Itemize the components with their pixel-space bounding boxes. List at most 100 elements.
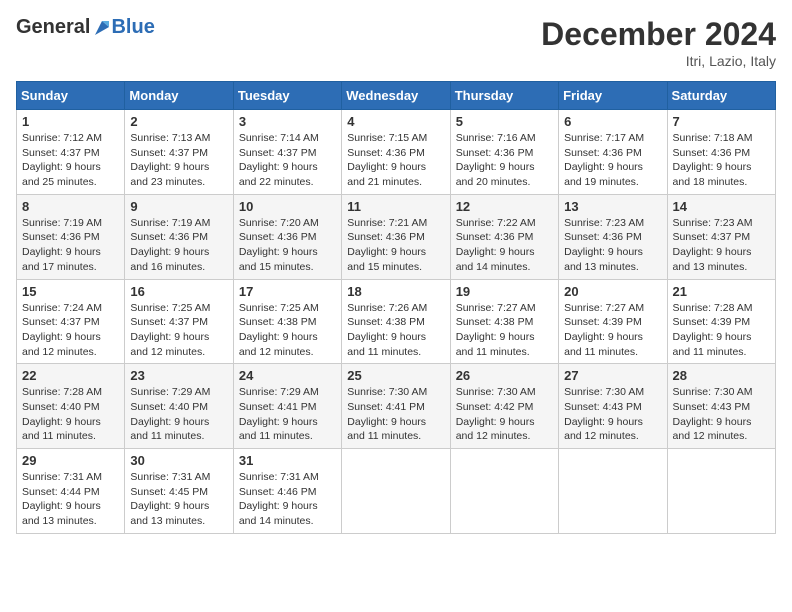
day-cell-1: 1 Sunrise: 7:12 AMSunset: 4:37 PMDaylight… (17, 110, 125, 195)
header-monday: Monday (125, 82, 233, 110)
day-info: Sunrise: 7:22 AMSunset: 4:36 PMDaylight:… (456, 216, 553, 275)
day-info: Sunrise: 7:30 AMSunset: 4:43 PMDaylight:… (673, 385, 770, 444)
day-info: Sunrise: 7:19 AMSunset: 4:36 PMDaylight:… (130, 216, 227, 275)
day-info: Sunrise: 7:30 AMSunset: 4:41 PMDaylight:… (347, 385, 444, 444)
logo-text-blue: Blue (111, 16, 154, 39)
day-cell-13: 13Sunrise: 7:23 AMSunset: 4:36 PMDayligh… (559, 194, 667, 279)
day-cell-20: 20 Sunrise: 7:27 AMSunset: 4:39 PMDayligh… (559, 279, 667, 364)
logo-text-general: General (16, 16, 90, 38)
day-number: 27 (564, 368, 661, 383)
day-number: 2 (130, 114, 227, 129)
day-info: Sunrise: 7:25 AMSunset: 4:37 PMDaylight:… (130, 301, 227, 360)
day-info: Sunrise: 7:31 AMSunset: 4:44 PMDaylight:… (22, 470, 119, 529)
day-cell-5: 5 Sunrise: 7:16 AMSunset: 4:36 PMDaylight… (450, 110, 558, 195)
day-number: 15 (22, 284, 119, 299)
month-title: December 2024 (541, 16, 776, 53)
day-number: 24 (239, 368, 336, 383)
day-number: 16 (130, 284, 227, 299)
day-info: Sunrise: 7:31 AMSunset: 4:46 PMDaylight:… (239, 470, 336, 529)
day-cell-12: 12 Sunrise: 7:22 AMSunset: 4:36 PMDayligh… (450, 194, 558, 279)
day-info: Sunrise: 7:12 AMSunset: 4:37 PMDaylight:… (22, 131, 119, 190)
day-number: 25 (347, 368, 444, 383)
day-number: 19 (456, 284, 553, 299)
header-saturday: Saturday (667, 82, 775, 110)
day-number: 14 (673, 199, 770, 214)
empty-cell (667, 449, 775, 534)
day-info: Sunrise: 7:17 AMSunset: 4:36 PMDaylight:… (564, 131, 661, 190)
day-cell-11: 11Sunrise: 7:21 AMSunset: 4:36 PMDayligh… (342, 194, 450, 279)
empty-cell (342, 449, 450, 534)
day-info: Sunrise: 7:28 AMSunset: 4:40 PMDaylight:… (22, 385, 119, 444)
day-number: 29 (22, 453, 119, 468)
day-cell-21: 21 Sunrise: 7:28 AMSunset: 4:39 PMDayligh… (667, 279, 775, 364)
day-info: Sunrise: 7:16 AMSunset: 4:36 PMDaylight:… (456, 131, 553, 190)
title-block: December 2024 Itri, Lazio, Italy (541, 16, 776, 69)
day-info: Sunrise: 7:23 AMSunset: 4:37 PMDaylight:… (673, 216, 770, 275)
day-number: 7 (673, 114, 770, 129)
day-number: 5 (456, 114, 553, 129)
day-cell-2: 2 Sunrise: 7:13 AMSunset: 4:37 PMDaylight… (125, 110, 233, 195)
day-cell-28: 28 Sunrise: 7:30 AMSunset: 4:43 PMDayligh… (667, 364, 775, 449)
day-cell-22: 22 Sunrise: 7:28 AMSunset: 4:40 PMDayligh… (17, 364, 125, 449)
location: Itri, Lazio, Italy (541, 53, 776, 69)
logo-icon (91, 17, 113, 39)
day-info: Sunrise: 7:24 AMSunset: 4:37 PMDaylight:… (22, 301, 119, 360)
day-number: 1 (22, 114, 119, 129)
calendar-table: Sunday Monday Tuesday Wednesday Thursday… (16, 81, 776, 534)
header-friday: Friday (559, 82, 667, 110)
calendar-week-row: 15 Sunrise: 7:24 AMSunset: 4:37 PMDayligh… (17, 279, 776, 364)
day-info: Sunrise: 7:28 AMSunset: 4:39 PMDaylight:… (673, 301, 770, 360)
day-cell-18: 18Sunrise: 7:26 AMSunset: 4:38 PMDayligh… (342, 279, 450, 364)
day-cell-6: 6 Sunrise: 7:17 AMSunset: 4:36 PMDaylight… (559, 110, 667, 195)
day-cell-7: 7 Sunrise: 7:18 AMSunset: 4:36 PMDaylight… (667, 110, 775, 195)
day-number: 3 (239, 114, 336, 129)
day-info: Sunrise: 7:27 AMSunset: 4:39 PMDaylight:… (564, 301, 661, 360)
day-info: Sunrise: 7:19 AMSunset: 4:36 PMDaylight:… (22, 216, 119, 275)
day-cell-27: 27Sunrise: 7:30 AMSunset: 4:43 PMDayligh… (559, 364, 667, 449)
day-number: 4 (347, 114, 444, 129)
day-number: 28 (673, 368, 770, 383)
day-number: 6 (564, 114, 661, 129)
day-number: 21 (673, 284, 770, 299)
day-cell-14: 14 Sunrise: 7:23 AMSunset: 4:37 PMDayligh… (667, 194, 775, 279)
day-cell-17: 17 Sunrise: 7:25 AMSunset: 4:38 PMDayligh… (233, 279, 341, 364)
day-number: 17 (239, 284, 336, 299)
day-info: Sunrise: 7:18 AMSunset: 4:36 PMDaylight:… (673, 131, 770, 190)
day-number: 26 (456, 368, 553, 383)
day-number: 12 (456, 199, 553, 214)
day-info: Sunrise: 7:30 AMSunset: 4:42 PMDaylight:… (456, 385, 553, 444)
day-cell-4: 4Sunrise: 7:15 AMSunset: 4:36 PMDaylight… (342, 110, 450, 195)
header-tuesday: Tuesday (233, 82, 341, 110)
day-info: Sunrise: 7:23 AMSunset: 4:36 PMDaylight:… (564, 216, 661, 275)
day-info: Sunrise: 7:29 AMSunset: 4:40 PMDaylight:… (130, 385, 227, 444)
day-info: Sunrise: 7:31 AMSunset: 4:45 PMDaylight:… (130, 470, 227, 529)
header-thursday: Thursday (450, 82, 558, 110)
weekday-header-row: Sunday Monday Tuesday Wednesday Thursday… (17, 82, 776, 110)
day-number: 23 (130, 368, 227, 383)
day-info: Sunrise: 7:25 AMSunset: 4:38 PMDaylight:… (239, 301, 336, 360)
day-info: Sunrise: 7:13 AMSunset: 4:37 PMDaylight:… (130, 131, 227, 190)
day-number: 30 (130, 453, 227, 468)
header-sunday: Sunday (17, 82, 125, 110)
day-info: Sunrise: 7:26 AMSunset: 4:38 PMDaylight:… (347, 301, 444, 360)
day-info: Sunrise: 7:29 AMSunset: 4:41 PMDaylight:… (239, 385, 336, 444)
calendar-week-row: 29 Sunrise: 7:31 AMSunset: 4:44 PMDayligh… (17, 449, 776, 534)
day-cell-29: 29 Sunrise: 7:31 AMSunset: 4:44 PMDayligh… (17, 449, 125, 534)
header-wednesday: Wednesday (342, 82, 450, 110)
day-cell-15: 15 Sunrise: 7:24 AMSunset: 4:37 PMDayligh… (17, 279, 125, 364)
day-cell-24: 24 Sunrise: 7:29 AMSunset: 4:41 PMDayligh… (233, 364, 341, 449)
calendar-week-row: 8Sunrise: 7:19 AMSunset: 4:36 PMDaylight… (17, 194, 776, 279)
day-cell-10: 10 Sunrise: 7:20 AMSunset: 4:36 PMDayligh… (233, 194, 341, 279)
empty-cell (559, 449, 667, 534)
day-cell-3: 3 Sunrise: 7:14 AMSunset: 4:37 PMDaylight… (233, 110, 341, 195)
day-info: Sunrise: 7:14 AMSunset: 4:37 PMDaylight:… (239, 131, 336, 190)
calendar-week-row: 1 Sunrise: 7:12 AMSunset: 4:37 PMDaylight… (17, 110, 776, 195)
day-number: 10 (239, 199, 336, 214)
page-header: General Blue December 2024 Itri, Lazio, … (16, 16, 776, 69)
day-number: 20 (564, 284, 661, 299)
calendar-week-row: 22 Sunrise: 7:28 AMSunset: 4:40 PMDayligh… (17, 364, 776, 449)
day-number: 11 (347, 199, 444, 214)
day-info: Sunrise: 7:20 AMSunset: 4:36 PMDaylight:… (239, 216, 336, 275)
empty-cell (450, 449, 558, 534)
day-number: 22 (22, 368, 119, 383)
